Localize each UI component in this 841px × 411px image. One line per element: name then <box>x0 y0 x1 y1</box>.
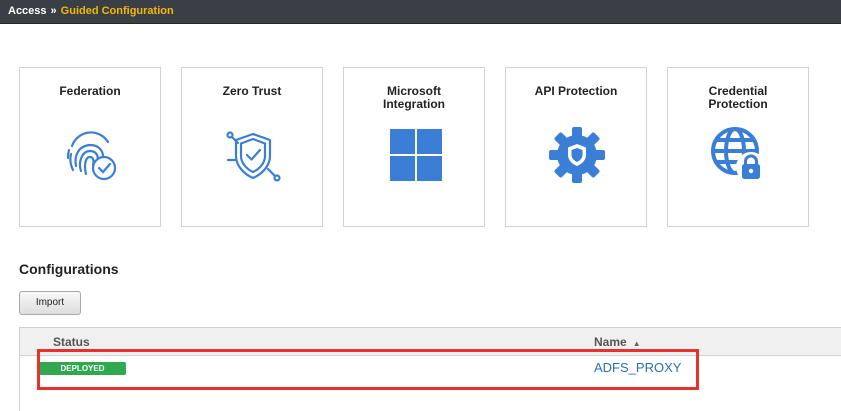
breadcrumb-access[interactable]: Access <box>8 5 47 17</box>
breadcrumb-current: Guided Configuration <box>60 5 174 17</box>
name-column-label: Name <box>594 335 627 349</box>
status-column-header[interactable]: Status <box>53 335 90 349</box>
shield-check-icon <box>218 120 288 190</box>
top-bar: Access» Guided Configuration <box>0 0 841 24</box>
name-column-header[interactable]: Name ▲ <box>594 335 641 349</box>
breadcrumb-separator: » <box>50 5 57 17</box>
globe-lock-icon <box>704 120 774 190</box>
tile-api-protection[interactable]: API Protection <box>505 67 647 227</box>
configurations-heading: Configurations <box>19 261 119 277</box>
tile-credential-protection[interactable]: Credential Protection <box>667 67 809 227</box>
tile-federation[interactable]: Federation <box>19 67 161 227</box>
breadcrumb: Access» Guided Configuration <box>8 5 174 17</box>
tile-title: Microsoft Integration <box>383 84 445 111</box>
tile-title: Credential Protection <box>708 84 768 111</box>
sort-ascending-icon: ▲ <box>632 339 641 348</box>
tile-title: Zero Trust <box>222 84 282 98</box>
tile-zero-trust[interactable]: Zero Trust <box>181 67 323 227</box>
highlight-box <box>37 349 699 390</box>
import-button[interactable]: Import <box>19 291 81 315</box>
tile-title: API Protection <box>534 84 618 98</box>
windows-logo-icon <box>380 120 450 190</box>
tile-title: Federation <box>59 84 121 98</box>
gear-shield-icon <box>542 120 612 190</box>
tile-microsoft-integration[interactable]: Microsoft Integration <box>343 67 485 227</box>
fingerprint-check-icon <box>56 120 126 190</box>
